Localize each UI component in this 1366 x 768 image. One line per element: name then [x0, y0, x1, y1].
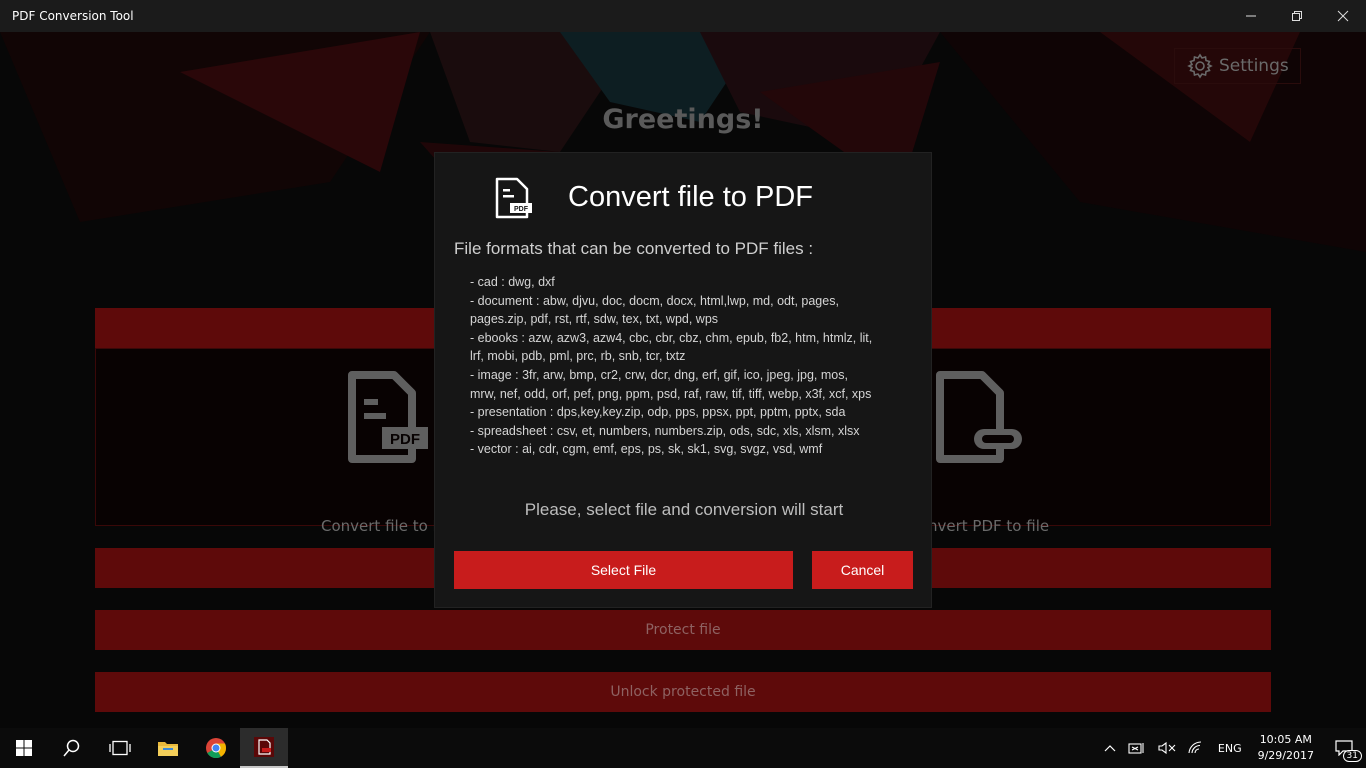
minimize-icon	[1246, 15, 1256, 17]
format-line: mrw, nef, odd, orf, pef, png, ppm, psd, …	[470, 386, 872, 401]
convert-dialog: PDF Convert file to PDF File formats tha…	[434, 152, 932, 608]
dialog-title: Convert file to PDF	[568, 181, 813, 213]
chrome-button[interactable]	[192, 728, 240, 768]
close-button[interactable]	[1320, 0, 1366, 32]
format-list: - cad : dwg, dxf - document : abw, djvu,…	[470, 273, 910, 459]
app-title: PDF Conversion Tool	[12, 9, 134, 23]
wifi-icon	[1188, 741, 1201, 754]
file-convert-icon	[936, 371, 1022, 463]
dialog-hint: Please, select file and conversion will …	[524, 500, 844, 519]
search-button[interactable]	[48, 728, 96, 768]
greeting-text: Greetings!	[602, 104, 764, 135]
convert-pdf-to-file-label: nvert PDF to file	[928, 517, 1050, 535]
network-button[interactable]	[1182, 728, 1210, 768]
clock[interactable]: 10:05 AM 9/29/2017	[1250, 732, 1322, 764]
format-line: - image : 3fr, arw, bmp, cr2, crw, dcr, …	[470, 367, 848, 382]
format-line: - cad : dwg, dxf	[470, 275, 555, 289]
task-view-icon	[109, 740, 131, 756]
file-explorer-button[interactable]	[144, 728, 192, 768]
format-line: pages.zip, pdf, rst, rtf, sdw, tex, txt,…	[470, 312, 719, 327]
close-icon	[1337, 10, 1349, 22]
pdf-file-icon: PDF	[348, 371, 428, 463]
taskbar: ENG 10:05 AM 9/29/2017 31	[0, 728, 1366, 768]
language-indicator[interactable]: ENG	[1210, 742, 1250, 755]
restore-icon	[1292, 11, 1302, 21]
title-bar: PDF Conversion Tool	[0, 0, 1366, 32]
minimize-button[interactable]	[1228, 0, 1274, 32]
clock-date: 9/29/2017	[1257, 749, 1314, 762]
clock-time: 10:05 AM	[1259, 733, 1312, 746]
volume-muted-icon	[1158, 741, 1176, 755]
format-line: - vector : ai, cdr, cgm, emf, eps, ps, s…	[470, 442, 823, 457]
notification-count-badge: 31	[1342, 750, 1362, 762]
system-tray: ENG 10:05 AM 9/29/2017 31	[1098, 728, 1366, 768]
settings-button[interactable]: Settings	[1174, 48, 1301, 84]
convert-to-pdf-label: Convert file to P	[321, 517, 442, 535]
format-line: - presentation : dps,key,key.zip, odp, p…	[470, 405, 846, 420]
task-view-button[interactable]	[96, 728, 144, 768]
pdf-badge-text: PDF	[390, 431, 420, 448]
windows-logo-icon	[16, 740, 32, 756]
input-indicator-button[interactable]	[1122, 728, 1152, 768]
action-center-button[interactable]: 31	[1322, 728, 1366, 768]
settings-label: Settings	[1219, 56, 1289, 76]
volume-button[interactable]	[1152, 728, 1182, 768]
dialog-header: PDF Convert file to PDF	[493, 177, 893, 219]
format-line: lrf, mobi, pdb, pml, prc, rb, snb, tcr, …	[470, 349, 686, 364]
keyboard-icon	[1128, 743, 1144, 754]
search-icon	[63, 739, 80, 757]
dialog-subtitle: File formats that can be converted to PD…	[454, 239, 814, 258]
unlock-file-button[interactable]: Unlock protected file	[95, 672, 1271, 712]
chevron-up-icon	[1104, 745, 1116, 752]
dialog-icon-badge: PDF	[514, 206, 529, 213]
cancel-button[interactable]: Cancel	[812, 551, 913, 589]
start-button[interactable]	[0, 728, 48, 768]
restore-button[interactable]	[1274, 0, 1320, 32]
folder-icon	[158, 742, 178, 756]
gear-icon	[1187, 53, 1213, 79]
pdf-tool-app-icon	[254, 737, 274, 757]
chrome-icon	[206, 738, 227, 759]
format-line: - document : abw, djvu, doc, docm, docx,…	[470, 293, 839, 308]
show-hidden-icons-button[interactable]	[1098, 728, 1122, 768]
format-line: - spreadsheet : csv, et, numbers, number…	[470, 423, 860, 438]
pdf-document-icon: PDF	[495, 177, 532, 219]
pdf-tool-taskbar-button[interactable]	[240, 728, 288, 768]
format-line: - ebooks : azw, azw3, azw4, cbc, cbr, cb…	[470, 330, 873, 345]
select-file-button[interactable]: Select File	[454, 551, 793, 589]
protect-file-button[interactable]: Protect file	[95, 610, 1271, 650]
